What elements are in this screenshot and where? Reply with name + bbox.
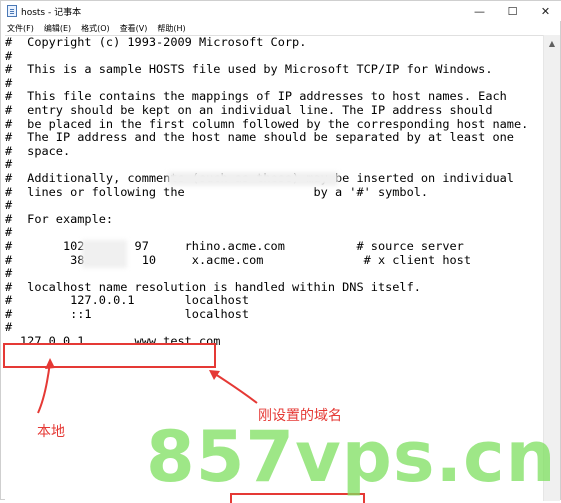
arrow-to-domain [211, 371, 258, 404]
local-annotation: 本地 [37, 424, 65, 440]
arrow-to-local [37, 361, 51, 414]
watermark: 857vps.cn [146, 416, 557, 498]
